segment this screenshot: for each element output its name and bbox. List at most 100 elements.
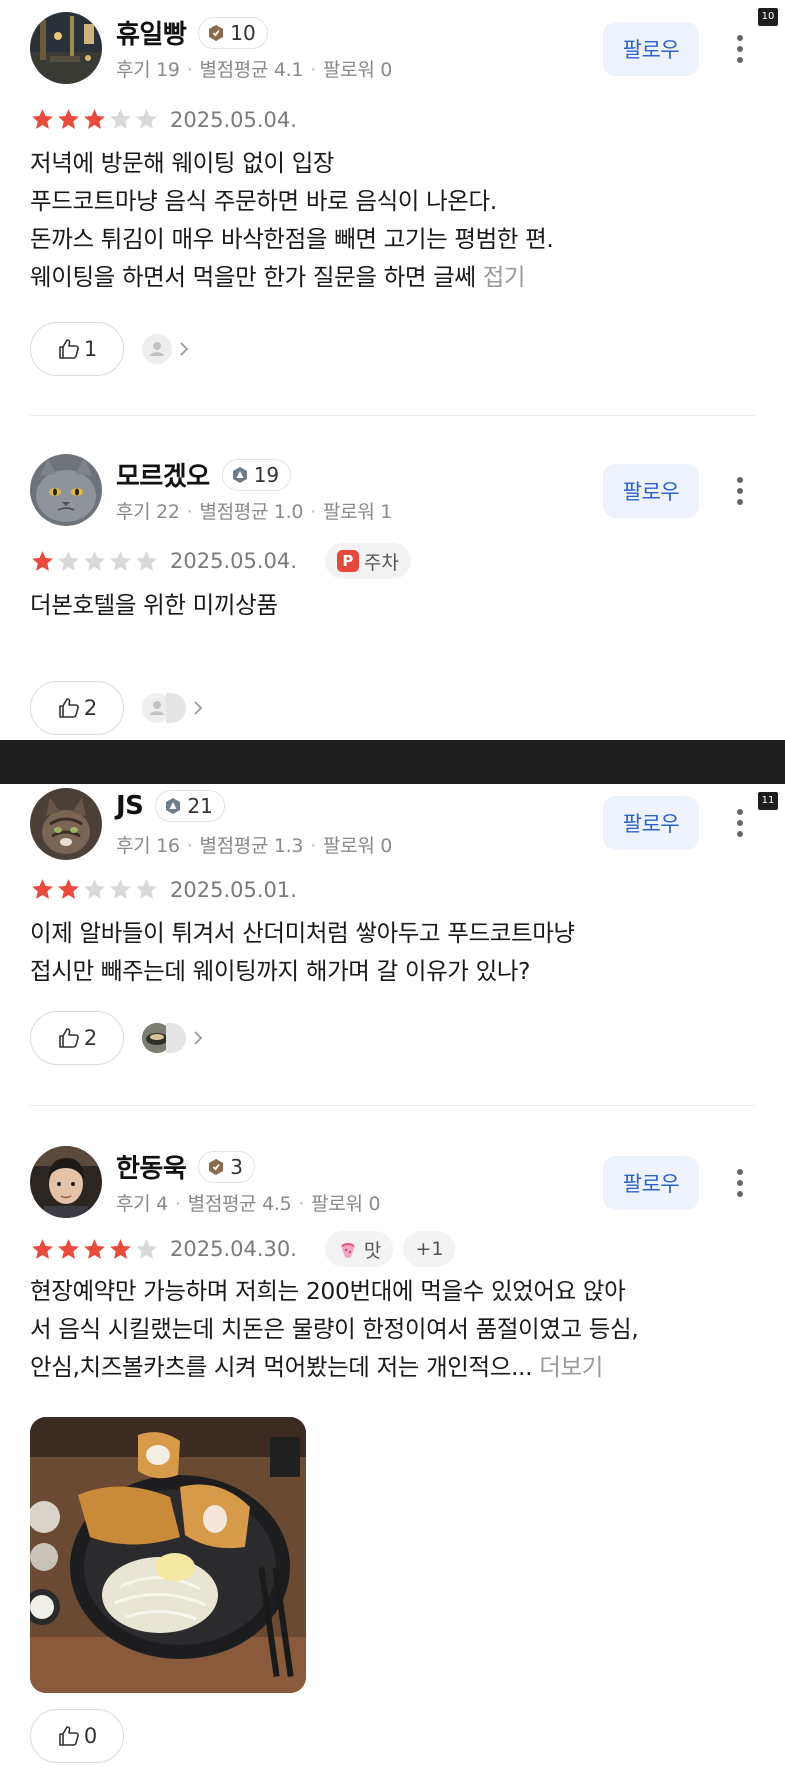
review-body: 현장예약만 가능하며 저희는 200번대에 먹을수 있었어요 앉아 서 음식 시… (30, 1272, 755, 1386)
follow-button[interactable]: 팔로우 (603, 464, 699, 518)
more-options-icon[interactable] (735, 807, 745, 839)
star-empty-icon (58, 550, 79, 571)
user-meta: 후기 19 · 별점평균 4.1 · 팔로워 0 (116, 59, 393, 81)
keyword-tag-taste[interactable]: 맛 (324, 1231, 394, 1267)
like-count: 2 (83, 696, 98, 720)
follow-button[interactable]: 팔로우 (603, 796, 699, 850)
avatar[interactable] (30, 12, 102, 84)
like-button[interactable]: 2 (30, 681, 124, 735)
follower-count: 팔로워 0 (311, 1193, 381, 1215)
user-meta: 후기 4 · 별점평균 4.5 · 팔로워 0 (116, 1193, 381, 1215)
review-count: 후기 22 (116, 501, 180, 523)
star-filled-icon (32, 550, 53, 571)
divider (30, 1105, 755, 1106)
review-date: 2025.05.04. (170, 549, 297, 573)
star-empty-icon (110, 879, 131, 899)
user-meta: 후기 16 · 별점평균 1.3 · 팔로워 0 (116, 835, 393, 857)
follow-button[interactable]: 팔로우 (603, 1156, 699, 1210)
fold-link[interactable]: 접기 (483, 263, 526, 291)
star-rating (30, 549, 160, 574)
star-rating (30, 877, 160, 902)
rating-row: 2025.04.30. 맛 +1 (30, 1231, 456, 1267)
likers-row[interactable] (142, 1023, 204, 1053)
extra-tags-count[interactable]: +1 (403, 1231, 456, 1267)
more-link[interactable]: 더보기 (539, 1353, 603, 1381)
thumbs-up-icon (59, 339, 79, 359)
follower-count: 팔로워 1 (322, 501, 393, 523)
level-bronze-icon (209, 24, 224, 41)
review-line: 웨이팅을 하면서 먹을만 한가 질문을 하면 글쎄 (30, 263, 476, 291)
thumbs-up-icon (59, 1028, 79, 1048)
level-number: 19 (253, 462, 280, 487)
like-button[interactable]: 1 (30, 322, 124, 376)
level-badge: 10 (198, 16, 268, 49)
review-count: 후기 4 (116, 1193, 168, 1215)
star-empty-icon (136, 550, 157, 571)
chevron-right-icon (194, 701, 203, 715)
liker-avatar-partial (166, 1023, 186, 1053)
level-silver-icon (232, 466, 247, 483)
review-body: 저녁에 방문해 웨이팅 없이 입장 푸드코트마냥 음식 주문하면 바로 음식이 … (30, 144, 755, 296)
review-photo[interactable] (30, 1417, 306, 1693)
thumbs-up-icon (59, 1726, 79, 1746)
like-button[interactable]: 0 (30, 1709, 124, 1763)
chevron-right-icon (180, 342, 189, 356)
rating-row: 2025.05.01. (30, 877, 297, 902)
review-line: 돈까스 튀김이 매우 바삭한점을 빼면 고기는 평범한 편. (30, 225, 554, 253)
star-filled-icon (58, 879, 79, 899)
avatar[interactable] (30, 788, 102, 860)
level-number: 10 (230, 20, 256, 45)
star-empty-icon (84, 550, 105, 571)
review-line: 서 음식 시킬랬는데 치돈은 물량이 한정이여서 품절이였고 등심, (30, 1315, 639, 1343)
average-rating: 별점평균 4.1 (199, 59, 304, 81)
review-line: 더본호텔을 위한 미끼상품 (30, 591, 278, 619)
parking-icon: P (336, 550, 359, 572)
like-button[interactable]: 2 (30, 1011, 124, 1065)
user-name[interactable]: JS (116, 791, 144, 821)
review-date: 2025.04.30. (170, 1237, 297, 1261)
divider (30, 415, 755, 416)
likers-row[interactable] (142, 693, 204, 723)
more-options-icon[interactable] (735, 1167, 745, 1199)
likers-row[interactable] (142, 334, 190, 364)
star-empty-icon (110, 550, 131, 571)
avatar-image (30, 788, 102, 860)
rating-row: 2025.05.04. P 주차 (30, 543, 411, 579)
star-filled-icon (58, 1238, 79, 1259)
keyword-tag-parking[interactable]: P 주차 (324, 543, 411, 579)
avatar[interactable] (30, 454, 102, 526)
review-line: 안심,치즈볼카츠를 시켜 먹어봤는데 저는 개인적으... (30, 1353, 533, 1381)
review-panel-page-11: 11 JS 21 후기 16 · 별점평균 1.3 · 팔로워 0 팔로우 20… (0, 784, 785, 1788)
user-name[interactable]: 한동욱 (116, 1148, 187, 1185)
average-rating: 별점평균 4.5 (187, 1193, 292, 1215)
star-rating (30, 1237, 160, 1262)
like-count: 2 (83, 1026, 98, 1050)
page-number: 11 (758, 792, 778, 810)
review-count: 후기 19 (116, 59, 180, 81)
page-number: 10 (758, 8, 778, 26)
level-badge: 19 (221, 458, 292, 491)
star-empty-icon (136, 879, 157, 899)
level-number: 3 (230, 1154, 243, 1179)
star-empty-icon (110, 109, 131, 129)
liker-avatar (142, 334, 172, 364)
screenshot-separator (0, 740, 785, 784)
taste-icon (340, 1243, 355, 1258)
more-options-icon[interactable] (735, 33, 745, 65)
user-name[interactable]: 휴일빵 (116, 14, 187, 51)
star-empty-icon (136, 109, 157, 129)
average-rating: 별점평균 1.3 (199, 835, 304, 857)
level-bronze-icon (209, 1158, 224, 1175)
star-filled-icon (84, 1238, 105, 1259)
liker-avatar-partial (166, 693, 186, 723)
review-count: 후기 16 (116, 835, 180, 857)
more-options-icon[interactable] (735, 475, 745, 507)
user-name[interactable]: 모르겠오 (116, 456, 210, 493)
follow-button[interactable]: 팔로우 (603, 22, 699, 76)
avatar-image (30, 1146, 102, 1218)
level-number: 21 (187, 794, 213, 818)
level-silver-icon (166, 798, 181, 814)
star-filled-icon (32, 109, 53, 129)
like-count: 1 (83, 337, 98, 361)
avatar[interactable] (30, 1146, 102, 1218)
